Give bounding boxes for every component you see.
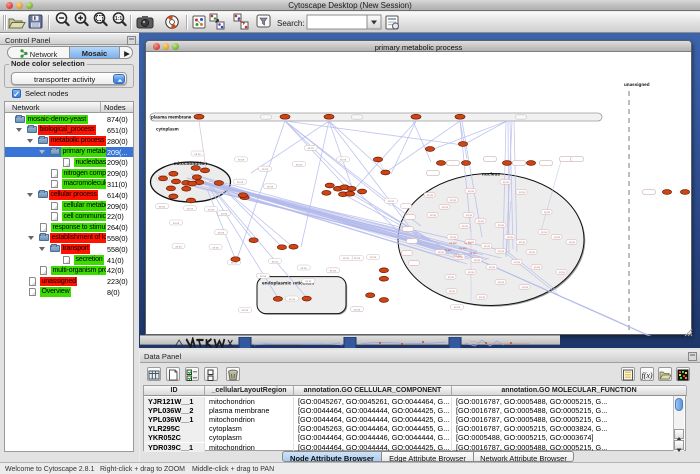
svg-text:xx xx: xx xx [159,206,166,209]
svg-text:xx xx: xx xx [454,306,461,309]
svg-text:cytoplasm: cytoplasm [156,127,179,132]
svg-text:xx xx: xx xx [238,159,245,162]
svg-text:xx xxx: xx xxx [444,249,452,252]
svg-text:xx xx: xx xx [522,286,529,289]
svg-text:xx xx: xx xx [296,163,303,166]
svg-text:xx xx: xx xx [330,270,337,273]
svg-text:xx xx: xx xx [507,236,514,239]
svg-text:xx xx: xx xx [301,267,308,270]
svg-text:xx xx: xx xx [450,199,457,202]
svg-text:xx xx: xx xx [242,309,249,312]
svg-text:unassigned: unassigned [624,82,650,87]
svg-text:xx xx: xx xx [262,168,269,171]
svg-text:nucleus: nucleus [482,172,500,178]
svg-text:xx xx: xx xx [498,224,505,227]
svg-text:xx xx: xx xx [173,222,180,225]
svg-text:xx xx: xx xx [468,190,475,193]
svg-text:xx xx: xx xx [187,207,194,210]
svg-text:xx xx: xx xx [519,191,526,194]
svg-text:xx xx: xx xx [489,266,496,269]
svg-text:xx xx: xx xx [450,236,457,239]
svg-text:xx xx: xx xx [427,194,434,197]
svg-text:xx xx: xx xx [514,261,521,264]
svg-text:xx xx: xx xx [208,208,215,211]
svg-text:xx xx: xx xx [218,232,225,235]
svg-text:xx xx: xx xx [221,213,228,216]
svg-text:xx xx: xx xx [478,220,485,223]
svg-text:xx xx: xx xx [340,159,347,162]
svg-text:f(x): f(x) [641,371,652,380]
svg-text:xx xx: xx xx [448,276,455,279]
svg-text:xx xx: xx xx [260,275,267,278]
svg-text:mitochondrion: mitochondrion [174,161,208,167]
svg-text:xx xxx: xx xxx [469,252,477,255]
svg-text:xx xx: xx xx [213,246,220,249]
svg-text:xx xx: xx xx [529,251,536,254]
svg-text:xx xx: xx xx [544,211,551,214]
svg-text:xx xx: xx xx [559,271,566,274]
svg-text:xx xx: xx xx [519,241,526,244]
svg-text:xx xx: xx xx [175,245,182,248]
svg-text:xx xx: xx xx [498,250,505,253]
svg-text:xx xx: xx xx [534,266,541,269]
svg-text:xx xx: xx xx [430,214,437,217]
svg-text:xx xx: xx xx [479,296,486,299]
svg-text:1:1: 1:1 [115,16,122,22]
svg-text:xx xx: xx xx [267,186,274,189]
svg-text:xx xx: xx xx [354,257,361,260]
svg-text:xx xx: xx xx [449,290,456,293]
svg-text:xx xxx: xx xxx [464,242,472,245]
svg-text:xx xx: xx xx [462,225,469,228]
svg-text:Search:: Search: [277,19,305,28]
svg-text:xx xx: xx xx [554,236,561,239]
svg-text:xx xx: xx xx [466,214,473,217]
svg-text:xx xx: xx xx [498,281,505,284]
svg-text:xx xx: xx xx [231,262,238,265]
svg-text:xx xx: xx xx [354,309,361,312]
svg-text:xx xx: xx xx [388,200,395,203]
svg-text:xx xx: xx xx [468,271,475,274]
svg-text:xx xx: xx xx [237,181,244,184]
svg-text:xx xx: xx xx [343,257,350,260]
svg-text:xx xx: xx xx [308,147,315,150]
svg-text:xx xxx: xx xxx [449,242,457,245]
svg-text:xx xx: xx xx [474,259,481,262]
svg-text:xx xx: xx xx [503,181,510,184]
svg-text:xx xx: xx xx [194,153,201,156]
svg-text:xx xxx: xx xxx [454,255,462,258]
svg-text:xx xx: xx xx [484,245,491,248]
svg-text:xx xxx: xx xxx [459,247,467,250]
svg-text:xx xx: xx xx [442,206,449,209]
svg-text:xx xx: xx xx [569,241,576,244]
svg-text:xx xx: xx xx [305,280,312,283]
svg-text:xx xx: xx xx [272,260,279,263]
svg-text:plasma membrane: plasma membrane [151,115,192,120]
svg-text:xx xx: xx xx [289,298,296,301]
svg-text:xx xx: xx xx [541,231,548,234]
svg-text:xx xx: xx xx [370,256,377,259]
